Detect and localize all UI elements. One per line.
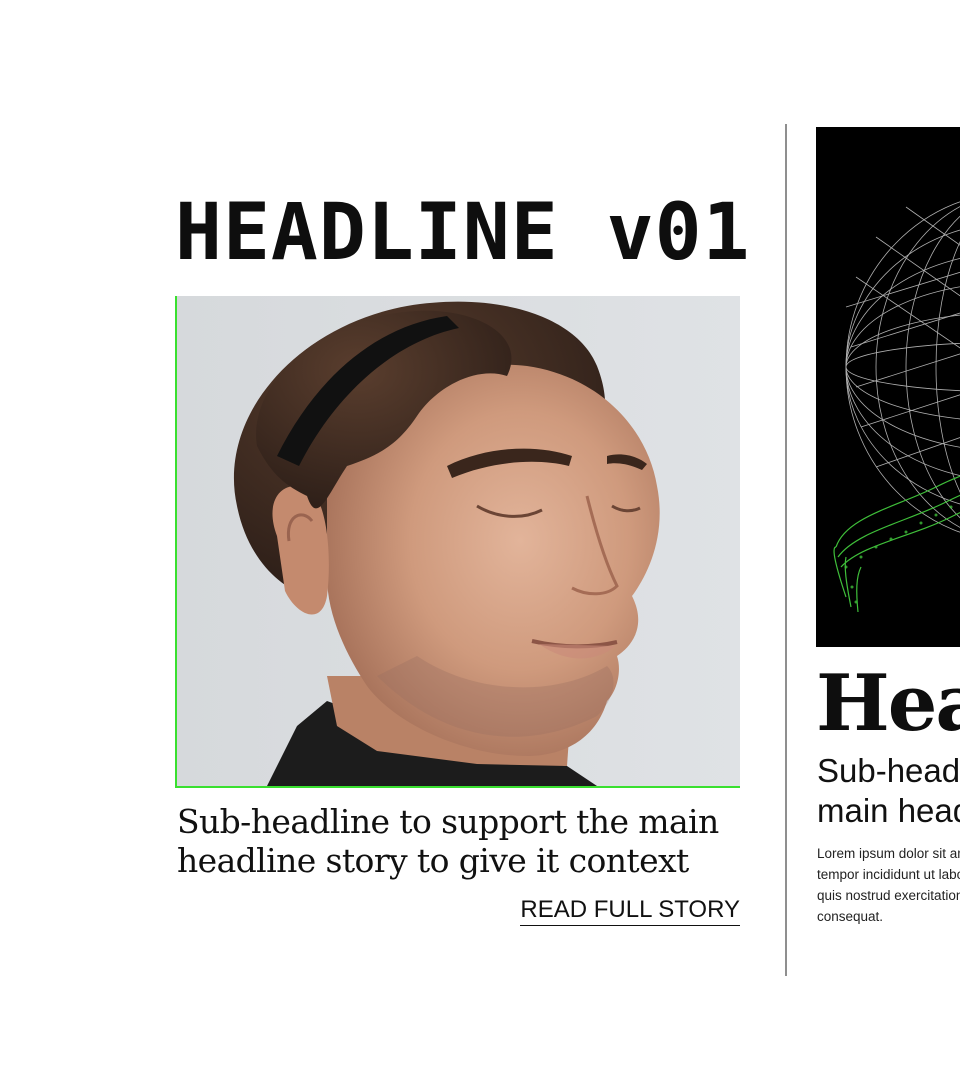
story-headline: Headline: [816, 658, 960, 749]
wireframe-head-image: [816, 127, 960, 647]
story-card-right: Headline Sub-headline to support the mai…: [816, 127, 960, 967]
portrait-image: [177, 296, 740, 786]
story-photo[interactable]: [175, 296, 740, 788]
story-subheadline: Sub-headline to support the main headlin…: [817, 752, 960, 829]
story-body-text: Lorem ipsum dolor sit amet, consectetur …: [817, 846, 960, 924]
story-image-wireframe[interactable]: [816, 127, 960, 647]
column-divider: [785, 124, 787, 976]
read-full-story-link[interactable]: READ FULL STORY: [520, 896, 740, 926]
story-card-left: HEADLINE v01 Sub-headline to support the…: [175, 188, 751, 926]
story-headline: HEADLINE v01: [175, 188, 751, 278]
story-subheadline: Sub-headline to support the main headlin…: [177, 802, 719, 880]
